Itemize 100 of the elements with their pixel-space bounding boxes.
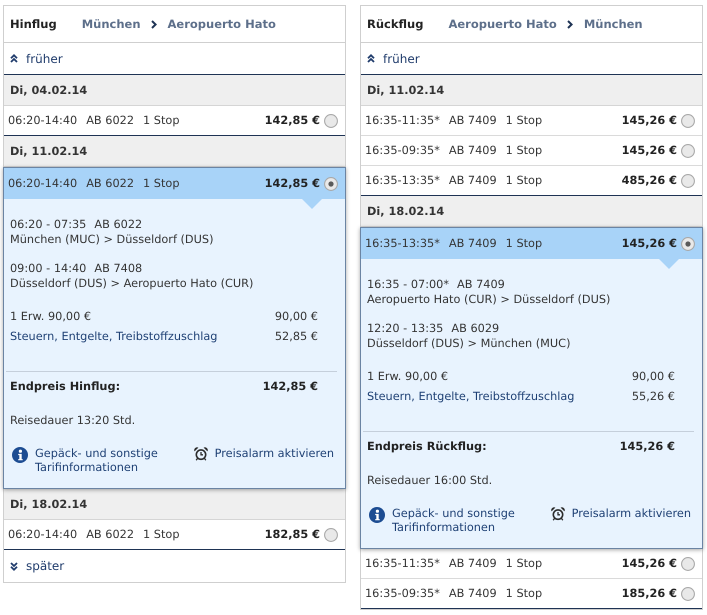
segment-times: 16:35 - 07:00* [367, 277, 450, 292]
segment-route: Aeropuerto Hato (CUR) > Düsseldorf (DUS) [367, 292, 612, 307]
earlier-link[interactable]: früher [367, 52, 420, 66]
segment-times: 06:20 - 07:35 [10, 217, 86, 232]
flight-price: 485,26 € [622, 174, 677, 187]
total-label: Endpreis Hinflug: [10, 379, 120, 394]
flight-price: 182,85 € [264, 528, 320, 541]
fare-amount: 90,00 € [632, 369, 675, 384]
radio-button[interactable] [681, 556, 695, 570]
flight-times: 16:35-13:35* [365, 174, 440, 187]
flight-number: AB 7409 [448, 174, 497, 187]
stops-label: 1 Stop [506, 174, 542, 187]
info-icon [369, 507, 385, 523]
segment-route: Düsseldorf (DUS) > Aeropuerto Hato (CUR) [10, 276, 254, 291]
alarm-clock-icon [550, 507, 565, 521]
stops-label: 1 Stop [506, 144, 542, 157]
segment-route: Düsseldorf (DUS) > München (MUC) [367, 336, 572, 351]
flight-price: 145,26 € [622, 237, 677, 250]
flight-number: AB 6022 [94, 217, 142, 232]
later-link[interactable]: später [10, 559, 64, 573]
radio-button[interactable] [681, 174, 695, 188]
fare-info-link[interactable]: Gepäck- und sonstige Tarifinformationen [369, 507, 538, 535]
segment-times: 12:20 - 13:35 [367, 321, 444, 336]
flight-number: AB 7409 [448, 557, 497, 570]
date-heading: Di, 11.02.14 [361, 75, 702, 106]
stops-label: 1 Stop [506, 237, 542, 250]
date-heading: Di, 18.02.14 [4, 489, 345, 520]
radio-button[interactable] [681, 586, 695, 600]
double-chevron-up-icon [367, 54, 375, 63]
total-label: Endpreis Rückflug: [367, 439, 487, 454]
chevron-right-icon [566, 20, 573, 28]
radio-button[interactable] [324, 114, 338, 128]
flight-number: AB 7409 [448, 114, 497, 127]
flight-number: AB 7409 [448, 144, 497, 157]
flight-times: 16:35-11:35* [365, 114, 440, 127]
flight-times: 06:20-14:40 [8, 177, 78, 190]
flight-number: AB 6022 [86, 528, 134, 541]
info-icon [12, 447, 28, 463]
route-origin: Aeropuerto Hato [448, 17, 557, 31]
radio-button[interactable] [681, 114, 695, 128]
flight-times: 06:20-14:40 [8, 114, 78, 127]
stops-label: 1 Stop [143, 114, 180, 127]
flight-times: 16:35-09:35* [365, 144, 440, 157]
fare-amount: 55,26 € [632, 389, 675, 404]
pointer-triangle-icon [659, 259, 679, 269]
flight-number: AB 7409 [448, 237, 497, 250]
total-price: 142,85 € [262, 379, 318, 394]
flight-number: AB 7409 [448, 587, 497, 600]
stops-label: 1 Stop [506, 587, 542, 600]
flight-times: 16:35-11:35* [365, 557, 440, 570]
date-heading: Di, 11.02.14 [4, 136, 345, 167]
flight-number: AB 6022 [86, 114, 134, 127]
radio-button[interactable] [324, 528, 338, 542]
chevron-right-icon [150, 20, 157, 28]
flight-number: AB 6022 [86, 177, 134, 190]
stops-label: 1 Stop [506, 557, 542, 570]
total-price: 145,26 € [620, 439, 675, 454]
flight-times: 16:35-09:35* [365, 587, 440, 600]
stops-label: 1 Stop [506, 114, 542, 127]
segment-route: München (MUC) > Düsseldorf (DUS) [10, 232, 214, 247]
radio-button[interactable] [681, 144, 695, 158]
travel-duration: Reisedauer 16:00 Std. [367, 473, 494, 488]
fare-label: 1 Erw. 90,00 € [10, 309, 92, 324]
route-origin: München [82, 17, 141, 31]
date-heading: Di, 04.02.14 [4, 75, 345, 106]
flight-price: 145,26 € [622, 144, 677, 157]
flight-number: AB 6029 [451, 321, 500, 336]
radio-button[interactable] [324, 176, 338, 190]
flight-number: AB 7409 [457, 277, 505, 292]
fees-link[interactable]: Steuern, Entgelte, Treibstoffzuschlag [10, 329, 218, 344]
flight-times: 06:20-14:40 [8, 528, 78, 541]
alarm-clock-icon [194, 447, 208, 461]
flight-price: 142,85 € [264, 177, 320, 190]
segment-times: 09:00 - 14:40 [10, 261, 86, 276]
flight-price: 185,26 € [622, 587, 677, 600]
double-chevron-up-icon [10, 54, 18, 63]
fare-info-link[interactable]: Gepäck- und sonstige Tarifinformationen [12, 447, 181, 475]
fare-label: 1 Erw. 90,00 € [367, 369, 448, 384]
flight-price: 142,85 € [264, 114, 320, 127]
earlier-link[interactable]: früher [10, 52, 63, 66]
flight-number: AB 7408 [94, 261, 142, 276]
stops-label: 1 Stop [143, 528, 180, 541]
double-chevron-down-icon [10, 562, 18, 570]
route-destination: Aeropuerto Hato [168, 17, 276, 31]
fees-link[interactable]: Steuern, Entgelte, Treibstoffzuschlag [367, 389, 574, 404]
pointer-triangle-icon [302, 199, 322, 209]
travel-duration: Reisedauer 13:20 Std. [10, 413, 136, 428]
panel-title: Hinflug [10, 17, 57, 31]
radio-button[interactable] [681, 236, 695, 250]
route-destination: München [584, 17, 643, 31]
price-alert-link[interactable]: Preisalarm aktivieren [194, 447, 334, 461]
stops-label: 1 Stop [143, 177, 180, 190]
fare-amount: 52,85 € [274, 329, 318, 344]
price-alert-link[interactable]: Preisalarm aktivieren [550, 507, 691, 521]
panel-title: Rückflug [367, 17, 424, 31]
fare-amount: 90,00 € [274, 309, 318, 324]
date-heading: Di, 18.02.14 [361, 196, 702, 227]
flight-price: 145,26 € [622, 557, 677, 570]
flight-price: 145,26 € [622, 114, 677, 127]
flight-times: 16:35-13:35* [365, 237, 440, 250]
